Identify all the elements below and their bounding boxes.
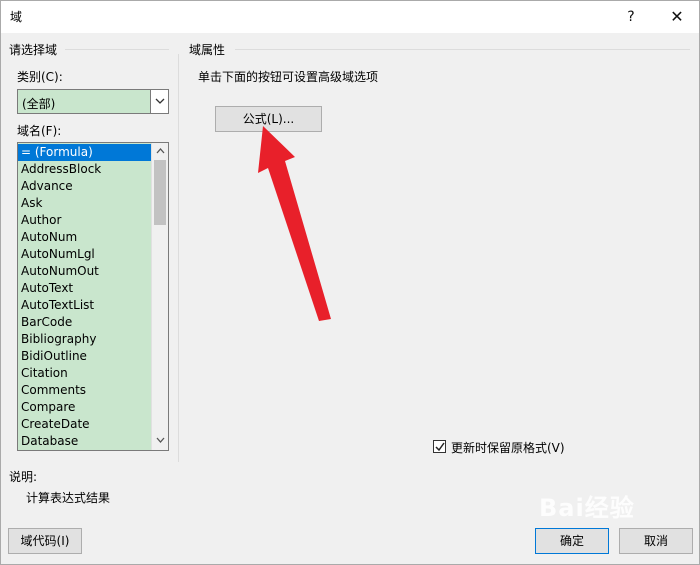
field-dialog: 域 ? ✕ 请选择域 类别(C): (全部) 域名(F): = (Formula… bbox=[0, 0, 700, 565]
annotation-arrow-icon bbox=[258, 126, 331, 321]
watermark-logo: Bai经验 bbox=[539, 494, 635, 522]
